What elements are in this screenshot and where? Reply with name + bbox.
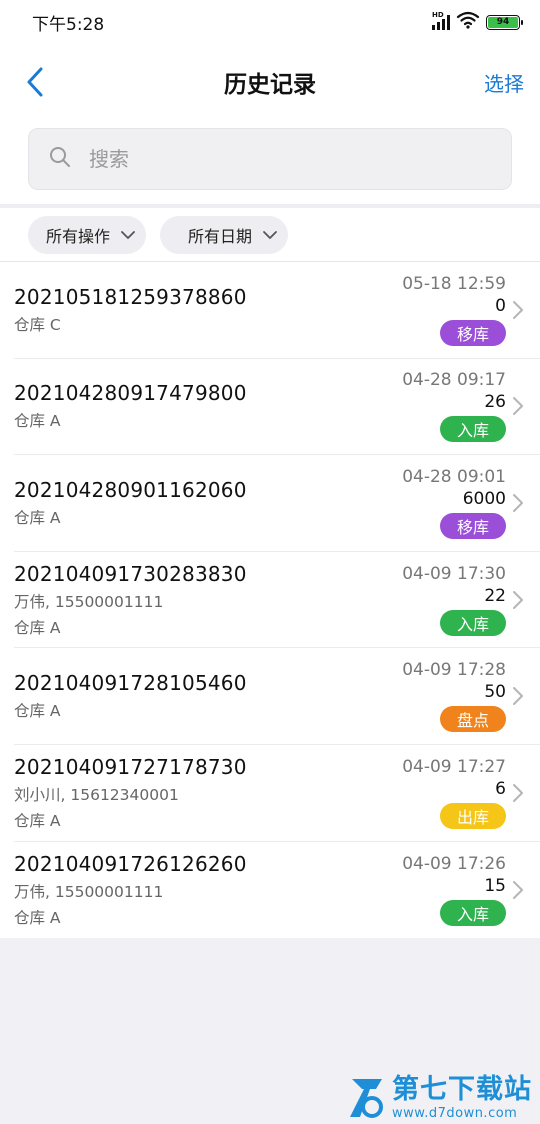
record-meta: 04-09 17:30 22 入库 (402, 564, 506, 636)
record-row[interactable]: 202104091730283830 万伟, 15500001111 仓库 A 04-… (14, 552, 540, 649)
status-bar: 下午5:28 HD 94 (0, 0, 540, 44)
header-area: 下午5:28 HD 94 历史记录 选择 搜索 (0, 0, 540, 204)
watermark-title: 第七下载站 (392, 1074, 532, 1105)
order-number: 202104091727178730 (14, 754, 247, 779)
chevron-right-icon (513, 590, 523, 609)
record-info: 202105181259378860 仓库 C (14, 285, 402, 335)
record-time: 04-09 17:27 (402, 756, 506, 777)
warehouse-name: 仓库 A (14, 508, 61, 527)
order-number: 202104091726126260 (14, 851, 247, 876)
chevron-right-icon (513, 783, 523, 802)
search-bar (0, 120, 540, 204)
record-row[interactable]: 202104091727178730 刘小川, 15612340001 仓库 A 04… (14, 745, 540, 842)
filter-date-label: 所有日期 (188, 226, 253, 246)
filter-operation-label: 所有操作 (46, 226, 111, 246)
network-type-label: HD (432, 11, 444, 19)
operation-type-badge: 入库 (440, 609, 506, 636)
warehouse-name: 仓库 A (14, 908, 61, 927)
warehouse-name: 仓库 A (14, 811, 61, 830)
status-time: 下午5:28 (32, 14, 105, 35)
filter-row: 所有操作 所有日期 (0, 208, 540, 262)
search-icon (49, 146, 71, 172)
watermark: 第七下载站 www.d7down.com (346, 1072, 536, 1124)
warehouse-name: 仓库 A (14, 618, 61, 637)
chevron-right-icon (513, 687, 523, 706)
filter-date-dropdown[interactable]: 所有日期 (160, 215, 289, 254)
order-number: 202104091730283830 (14, 561, 247, 586)
record-row[interactable]: 202105181259378860 仓库 C 05-18 12:59 0 移库 (14, 262, 540, 359)
record-quantity: 6 (495, 778, 506, 799)
record-info: 202104091726126260 万伟, 15500001111 仓库 A (14, 852, 402, 928)
record-row[interactable]: 202104280917479800 仓库 A 04-28 09:17 26 入库 (14, 359, 540, 456)
watermark-text: 第七下载站 www.d7down.com (392, 1076, 532, 1120)
chevron-left-icon (27, 67, 43, 97)
record-meta: 04-28 09:01 6000 移库 (402, 467, 506, 539)
nav-bar: 历史记录 选择 (0, 44, 540, 120)
record-row[interactable]: 202104091726126260 万伟, 15500001111 仓库 A 04-… (14, 842, 540, 939)
operation-type-badge: 盘点 (440, 706, 506, 733)
record-time: 04-09 17:30 (402, 563, 506, 584)
record-row[interactable]: 202104280901162060 仓库 A 04-28 09:01 6000 移库 (14, 455, 540, 552)
warehouse-name: 仓库 A (14, 412, 61, 431)
record-time: 05-18 12:59 (402, 273, 506, 294)
cellular-signal-icon: HD (432, 11, 450, 30)
back-button[interactable] (26, 62, 56, 102)
record-list: 202105181259378860 仓库 C 05-18 12:59 0 移库 2021… (0, 262, 540, 939)
record-time: 04-28 09:17 (402, 370, 506, 391)
record-info: 202104280917479800 仓库 A (14, 381, 402, 431)
record-meta: 04-09 17:26 15 入库 (402, 854, 506, 926)
select-button[interactable]: 选择 (484, 68, 524, 97)
wifi-icon (456, 11, 480, 34)
record-meta: 04-28 09:17 26 入库 (402, 370, 506, 443)
filter-operation-dropdown[interactable]: 所有操作 (28, 215, 147, 254)
chevron-right-icon (513, 300, 523, 319)
battery-level: 94 (488, 16, 518, 28)
record-quantity: 50 (484, 682, 506, 703)
chevron-right-icon (513, 880, 523, 899)
operation-type-badge: 入库 (440, 899, 506, 926)
contact-info: 万伟, 15500001111 (14, 882, 164, 901)
record-info: 202104091730283830 万伟, 15500001111 仓库 A (14, 562, 402, 638)
record-info: 202104091727178730 刘小川, 15612340001 仓库 A (14, 755, 402, 831)
order-number: 202105181259378860 (14, 284, 247, 309)
order-number: 202104280917479800 (14, 381, 247, 406)
operation-type-badge: 移库 (440, 319, 506, 346)
record-row[interactable]: 202104091728105460 仓库 A 04-09 17:28 50 盘点 (14, 648, 540, 745)
chevron-right-icon (513, 397, 523, 416)
record-quantity: 0 (495, 295, 506, 316)
operation-type-badge: 移库 (440, 512, 506, 539)
record-info: 202104091728105460 仓库 A (14, 671, 402, 721)
operation-type-badge: 出库 (440, 802, 506, 829)
operation-type-badge: 入库 (440, 416, 506, 443)
chevron-right-icon (513, 493, 523, 512)
record-meta: 05-18 12:59 0 移库 (402, 274, 506, 346)
record-quantity: 6000 (462, 488, 506, 509)
chevron-down-icon (263, 230, 277, 239)
watermark-logo-icon (350, 1079, 383, 1118)
record-time: 04-28 09:01 (402, 466, 506, 487)
record-quantity: 15 (484, 875, 506, 896)
contact-info: 刘小川, 15612340001 (14, 785, 179, 804)
search-box[interactable] (28, 128, 512, 190)
order-number: 202104091728105460 (14, 671, 247, 696)
page-title: 历史记录 (224, 72, 316, 98)
status-icons: HD 94 (432, 11, 523, 34)
record-quantity: 22 (484, 585, 506, 606)
contact-info: 万伟, 15500001111 (14, 592, 164, 611)
record-info: 202104280901162060 仓库 A (14, 478, 402, 528)
battery-icon: 94 (486, 14, 523, 30)
order-number: 202104280901162060 (14, 477, 247, 502)
record-time: 04-09 17:28 (402, 660, 506, 681)
record-meta: 04-09 17:27 6 出库 (402, 757, 506, 829)
chevron-down-icon (121, 230, 135, 239)
watermark-url: www.d7down.com (392, 1106, 518, 1121)
warehouse-name: 仓库 C (14, 315, 61, 334)
record-meta: 04-09 17:28 50 盘点 (402, 660, 506, 733)
warehouse-name: 仓库 A (14, 702, 61, 721)
record-time: 04-09 17:26 (402, 853, 506, 874)
search-input[interactable] (89, 147, 491, 171)
record-quantity: 26 (484, 392, 506, 413)
